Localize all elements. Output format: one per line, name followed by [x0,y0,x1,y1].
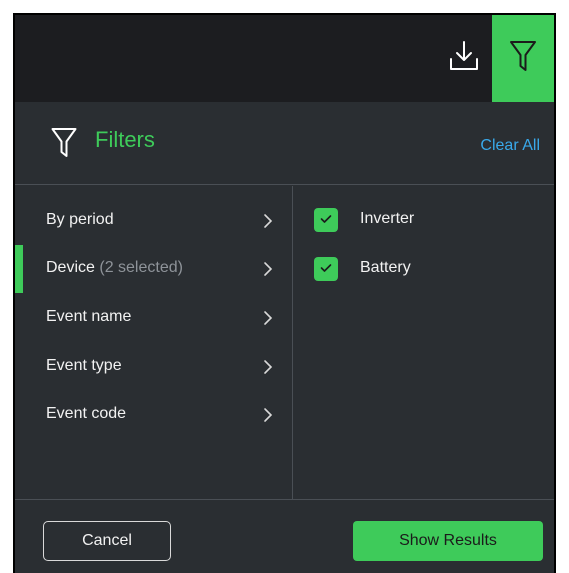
filters-title: Filters [95,127,155,152]
filter-categories: By period Device (2 selected) Event name [15,186,293,499]
filter-funnel-icon [51,127,77,164]
filter-toggle-button[interactable] [492,15,554,102]
top-toolbar [15,15,554,102]
category-by-period[interactable]: By period [15,197,293,245]
clear-all-link[interactable]: Clear All [480,137,540,155]
category-label: Device (2 selected) [46,259,183,276]
chevron-right-icon [263,310,273,331]
download-icon [447,39,481,78]
category-label: Event name [46,308,132,325]
filter-options: Inverter Battery [294,186,554,499]
chevron-right-icon [263,407,273,428]
chevron-right-icon [263,261,273,282]
option-inverter[interactable]: Inverter [314,206,514,236]
category-event-name[interactable]: Event name [15,294,293,342]
option-label: Battery [360,259,411,276]
option-battery[interactable]: Battery [314,255,514,285]
category-label: Event type [46,357,122,374]
category-selected-count: (2 selected) [99,259,183,276]
download-button[interactable] [435,15,493,102]
filter-footer: Cancel Show Results [15,499,554,573]
category-event-code[interactable]: Event code [15,391,293,439]
category-label: Event code [46,405,127,422]
checkbox-checked[interactable] [314,208,338,232]
checkbox-checked[interactable] [314,257,338,281]
chevron-right-icon [263,359,273,380]
checkmark-icon [320,260,332,278]
show-results-button[interactable]: Show Results [353,521,543,561]
filter-panel: Filters Clear All By period Device (2 se… [13,13,556,573]
filters-header: Filters Clear All [15,102,554,185]
page-frame: Filters Clear All By period Device (2 se… [0,0,569,573]
filter-funnel-icon [509,39,537,78]
checkmark-icon [320,211,332,229]
category-label: By period [46,211,114,228]
option-label: Inverter [360,210,415,227]
category-event-type[interactable]: Event type [15,343,293,391]
active-indicator [15,245,23,293]
cancel-button[interactable]: Cancel [43,521,171,561]
category-device[interactable]: Device (2 selected) [15,245,293,293]
chevron-right-icon [263,213,273,234]
